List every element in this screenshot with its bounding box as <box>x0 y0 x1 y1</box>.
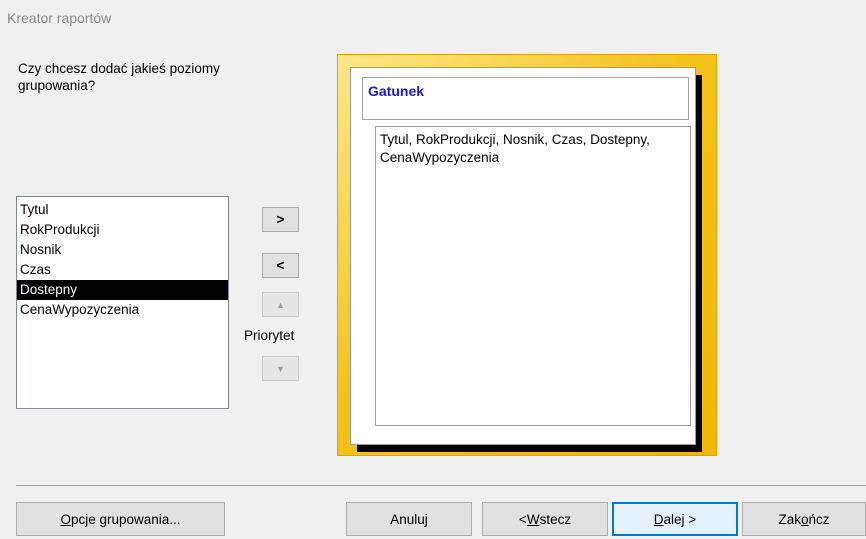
window-title: Kreator raportów <box>7 10 112 26</box>
priority-down-button[interactable]: ▼ <box>262 356 299 381</box>
grouping-preview: Gatunek Tytul, RokProdukcji, Nosnik, Cza… <box>337 54 717 456</box>
back-button[interactable]: < Wstecz <box>482 502 608 536</box>
back-label-pre: < <box>518 511 527 527</box>
priority-label: Priorytet <box>244 328 295 343</box>
field-list-item[interactable]: Dostepny <box>17 280 228 300</box>
preview-page: Gatunek Tytul, RokProdukcji, Nosnik, Cza… <box>350 67 696 445</box>
grouping-question: Czy chcesz dodać jakieś poziomy grupowan… <box>18 61 220 93</box>
add-grouping-button[interactable]: > <box>262 207 299 232</box>
preview-group-header: Gatunek <box>362 77 689 120</box>
back-label-post: stecz <box>539 511 572 527</box>
arrow-down-icon: ▼ <box>276 363 285 374</box>
next-button[interactable]: Dalej > <box>612 502 738 536</box>
remove-grouping-button[interactable]: < <box>262 253 299 278</box>
separator <box>16 485 866 486</box>
preview-detail-fields: Tytul, RokProdukcji, Nosnik, Czas, Doste… <box>375 126 691 426</box>
priority-up-button[interactable]: ▲ <box>262 292 299 317</box>
next-label-post: alej > <box>663 511 697 527</box>
field-list-item[interactable]: RokProdukcji <box>17 220 228 240</box>
finish-button[interactable]: Zak o ńcz <box>742 502 866 536</box>
grouping-options-button[interactable]: Opcje grupowania... <box>16 502 225 536</box>
next-accel: D <box>653 511 664 527</box>
grouping-options-label-post: pcje grupowania... <box>70 511 181 527</box>
grouping-options-accel: O <box>60 511 71 527</box>
back-accel: W <box>526 511 540 527</box>
finish-label-pre: Zak <box>778 511 801 527</box>
field-list-item[interactable]: CenaWypozyczenia <box>17 300 228 320</box>
available-fields-list[interactable]: Tytul RokProdukcji Nosnik Czas Dostepny CenaW… <box>16 196 229 409</box>
arrow-up-icon: ▲ <box>276 299 285 310</box>
field-list-item[interactable]: Tytul <box>17 200 228 220</box>
field-list-item[interactable]: Nosnik <box>17 240 228 260</box>
cancel-button[interactable]: Anuluj <box>346 502 472 536</box>
finish-label-post: ńcz <box>808 511 830 527</box>
finish-accel: o <box>800 511 809 527</box>
field-list-item[interactable]: Czas <box>17 260 228 280</box>
